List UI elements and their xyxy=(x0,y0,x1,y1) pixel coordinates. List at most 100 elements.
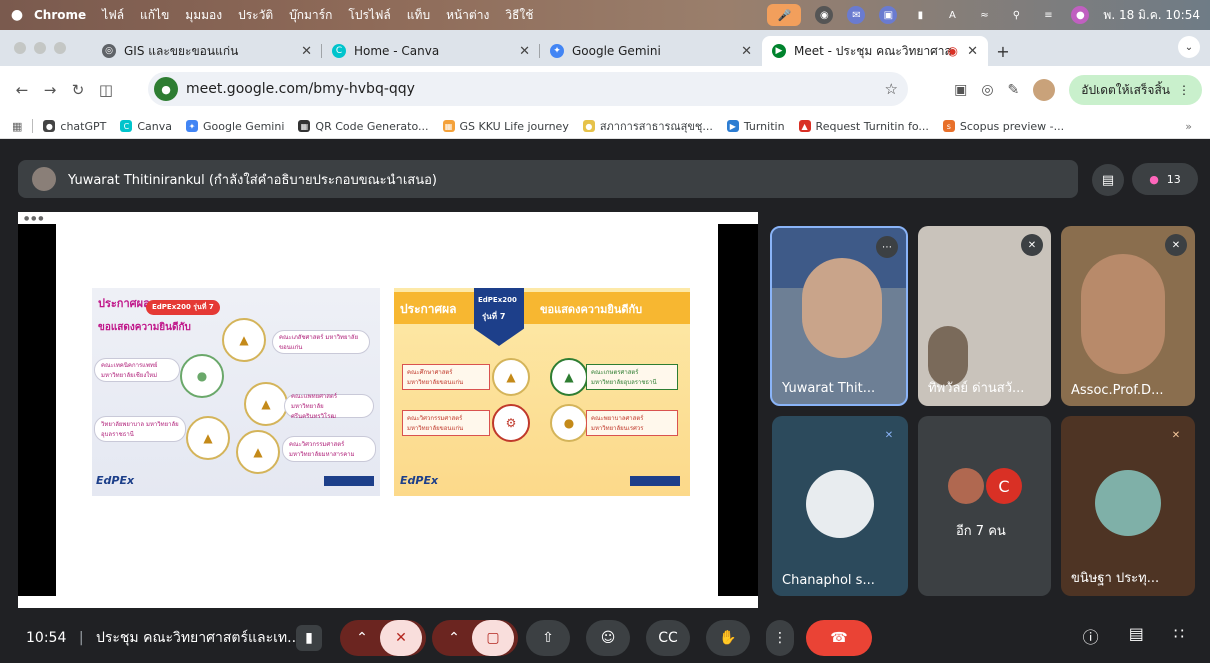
minimize-window-dot[interactable] xyxy=(34,42,46,54)
extension-circle-icon[interactable]: ◎ xyxy=(981,82,993,98)
close-icon[interactable]: ✕ xyxy=(967,44,978,59)
close-window-dot[interactable] xyxy=(14,42,26,54)
bookmark-chatgpt[interactable]: ● chatGPT xyxy=(43,120,106,133)
reload-icon[interactable]: ↻ xyxy=(64,81,92,99)
mic-off-icon: ✕ xyxy=(884,429,894,441)
tab-gemini[interactable]: ✦ Google Gemini ✕ xyxy=(540,36,762,66)
tab-search-button[interactable]: ⌄ xyxy=(1178,36,1200,58)
participant-avatar xyxy=(806,470,874,538)
microphone-control[interactable]: ⌃ ✕ xyxy=(340,620,426,656)
participant-name: Chanaphol s... xyxy=(782,573,875,588)
extension-doc-icon[interactable]: ▣ xyxy=(954,82,967,98)
url-text[interactable]: meet.google.com/bmy-hvbq-qqy xyxy=(186,81,415,97)
org-label: คณะเทคนิคการแพทย์ มหาวิทยาลัยเชียงใหม่ xyxy=(94,358,180,382)
menu-bookmarks[interactable]: บุ๊กมาร์ก xyxy=(289,6,332,25)
leave-call-button[interactable]: ☎ xyxy=(806,620,872,656)
close-icon[interactable]: ✕ xyxy=(301,44,312,59)
people-button[interactable]: ● 13 xyxy=(1132,163,1198,195)
back-icon[interactable]: ← xyxy=(8,81,36,99)
control-center-icon[interactable]: ≡ xyxy=(1039,6,1057,24)
menu-app-name[interactable]: Chrome xyxy=(34,8,86,22)
close-icon[interactable]: ✕ xyxy=(741,44,752,59)
screen-share-icon[interactable]: ▣ xyxy=(879,6,898,24)
side-panel-icon[interactable]: ◫ xyxy=(92,81,120,99)
mic-options-chevron-icon[interactable]: ⌃ xyxy=(344,630,380,646)
participant-tile[interactable]: ✕ Assoc.Prof.D... xyxy=(1061,226,1195,406)
more-vert-icon: ⋮ xyxy=(773,630,787,646)
extensions-puzzle-icon[interactable]: ✎ xyxy=(1008,82,1020,98)
menu-window[interactable]: หน้าต่าง xyxy=(446,6,489,25)
bookmark-public-health[interactable]: ● สภาการสาธารณสุขชุ... xyxy=(582,117,713,135)
presenter-text: Yuwarat Thitinirankul (กำลังใส่คำอธิบายป… xyxy=(68,172,437,188)
bookmark-canva[interactable]: C Canva xyxy=(120,120,172,133)
chat-icon[interactable]: ✉ xyxy=(847,6,866,24)
menubar-clock[interactable]: พ. 18 มิ.ค. 10:54 xyxy=(1103,6,1200,25)
microphone-icon[interactable]: 🎤 xyxy=(767,4,802,26)
camera-control[interactable]: ⌃ ▢ xyxy=(432,620,518,656)
present-screen-button[interactable]: ⇧ xyxy=(526,620,570,656)
participant-tile[interactable]: ✕ ทิพวัลย์ ด่านสวั... xyxy=(918,226,1051,406)
camera-options-chevron-icon[interactable]: ⌃ xyxy=(436,630,472,646)
university-emblem: ● xyxy=(550,404,588,442)
menu-history[interactable]: ประวัติ xyxy=(238,6,273,25)
bookmark-request-turnitin[interactable]: ▲ Request Turnitin fo... xyxy=(798,120,929,133)
org-label: วิทยาลัยพยาบาล มหาวิทยาลัยอุบลราชธานี xyxy=(94,416,186,442)
tab-gis[interactable]: ◎ GIS และขยะขอนแก่น ✕ xyxy=(92,36,322,66)
captions-button[interactable]: CC xyxy=(646,620,690,656)
omnibox[interactable]: ● meet.google.com/bmy-hvbq-qqy ☆ xyxy=(148,72,908,106)
tab-canva[interactable]: C Home - Canva ✕ xyxy=(322,36,540,66)
bookmark-scopus[interactable]: s Scopus preview -... xyxy=(942,120,1064,133)
bookmarks-overflow-icon[interactable]: » xyxy=(1185,120,1192,133)
info-icon[interactable]: ⓘ xyxy=(1083,624,1099,648)
star-icon[interactable]: ☆ xyxy=(885,80,898,98)
participant-tile[interactable]: ⋯ Yuwarat Thit... xyxy=(770,226,908,406)
camera-off-icon[interactable]: ▢ xyxy=(472,620,514,656)
canva-icon: C xyxy=(332,44,346,58)
chat-icon[interactable]: ▤ xyxy=(1129,624,1144,648)
more-options-icon[interactable]: ⋯ xyxy=(876,236,898,258)
bookmark-turnitin[interactable]: ▶ Turnitin xyxy=(726,120,785,133)
org-label: คณะวิศวกรรมศาสตร์ มหาวิทยาลัยมหาสารคาม xyxy=(282,436,376,462)
activities-grid-icon[interactable]: ∷ xyxy=(1174,624,1184,648)
menu-edit[interactable]: แก้ไข xyxy=(140,6,169,25)
tab-meet[interactable]: ▶ Meet - ประชุม คณะวิทยาศาส ◉ ✕ xyxy=(762,36,988,66)
menu-profiles[interactable]: โปรไฟล์ xyxy=(348,6,390,25)
close-icon[interactable]: ✕ xyxy=(519,44,530,59)
zoom-window-dot[interactable] xyxy=(54,42,66,54)
forward-icon[interactable]: → xyxy=(36,81,64,99)
input-source-icon[interactable]: A xyxy=(943,6,961,24)
menu-view[interactable]: มุมมอง xyxy=(185,6,222,25)
apple-icon[interactable]: ● xyxy=(0,7,34,23)
profile-avatar[interactable] xyxy=(1033,79,1056,101)
bookmark-gs-kku[interactable]: ▦ GS KKU Life journey xyxy=(442,120,569,133)
mic-off-icon: ✕ xyxy=(1171,429,1181,441)
menu-file[interactable]: ไฟล์ xyxy=(102,6,124,25)
search-icon[interactable]: ⚲ xyxy=(1007,6,1025,24)
participant-tile[interactable]: ✕ ขนิษฐา ประทุ... xyxy=(1061,416,1195,596)
menu-tab[interactable]: แท็บ xyxy=(407,6,430,25)
emoji-icon: ☺ xyxy=(600,630,616,646)
toolbar-right: ▣ ◎ ✎ อัปเดตให้เสร็จสิ้น ⋮ xyxy=(954,74,1202,106)
others-tile[interactable]: C อีก 7 คน xyxy=(918,416,1051,596)
participant-face xyxy=(802,258,882,358)
bookmark-gemini[interactable]: ✦ Google Gemini xyxy=(186,120,284,133)
site-info-icon[interactable]: ● xyxy=(154,77,178,101)
record-icon[interactable]: ◉ xyxy=(815,6,834,24)
activities-badge-icon[interactable]: ▮ xyxy=(296,625,322,651)
apps-grid-icon[interactable]: ▦ xyxy=(12,120,22,133)
new-tab-button[interactable]: + xyxy=(988,36,1018,66)
more-options-button[interactable]: ⋮ xyxy=(766,620,794,656)
siri-icon[interactable]: ● xyxy=(1071,6,1090,24)
mic-off-icon[interactable]: ✕ xyxy=(380,620,422,656)
bookmark-qr[interactable]: ▦ QR Code Generato... xyxy=(298,120,429,133)
meet-icon: ▶ xyxy=(772,44,786,58)
sponsor-logo-strip xyxy=(324,476,374,486)
menu-help[interactable]: วิธีใช้ xyxy=(505,6,533,25)
raise-hand-button[interactable]: ✋ xyxy=(706,620,750,656)
participant-tile[interactable]: ✕ Chanaphol s... xyxy=(772,416,908,596)
layout-icon[interactable]: ▤ xyxy=(1092,164,1124,196)
update-button[interactable]: อัปเดตให้เสร็จสิ้น ⋮ xyxy=(1069,75,1202,105)
wifi-icon[interactable]: ≈ xyxy=(975,6,993,24)
left-title: ประกาศผล xyxy=(98,297,150,310)
reactions-button[interactable]: ☺ xyxy=(586,620,630,656)
